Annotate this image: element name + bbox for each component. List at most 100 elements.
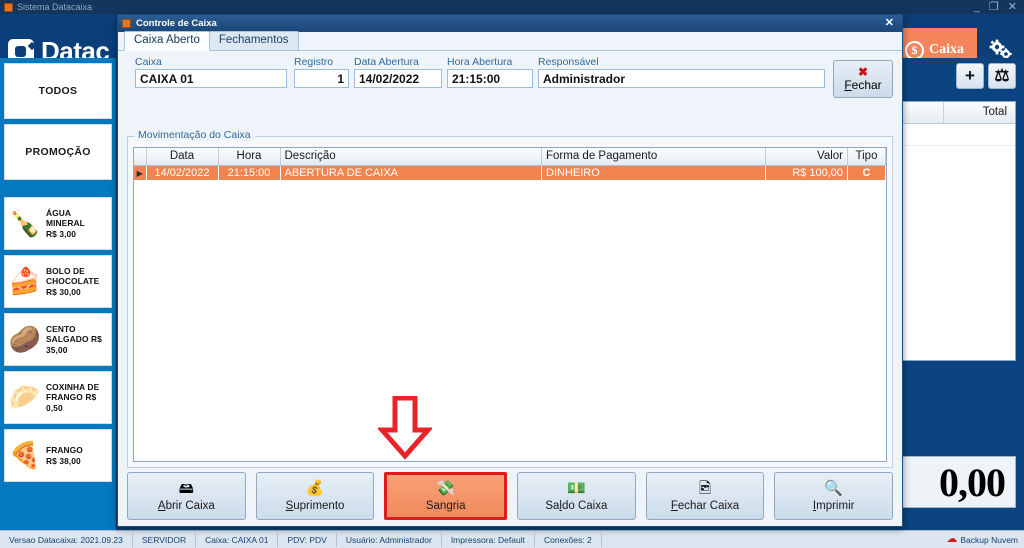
grid-col-forma-pagamento[interactable]: Forma de Pagamento [541, 148, 766, 166]
sangria-button[interactable]: 💸 Sangria [384, 472, 508, 520]
status-usuario: Usuário: Administrador [337, 532, 442, 547]
product-image-frango: 🍕 [8, 440, 42, 470]
category-label: PROMOÇÃO [25, 146, 91, 158]
sidebar-category-promocao[interactable]: PROMOÇÃO [4, 124, 112, 180]
app-titlebar: Sistema Datacaixa _ ❐ ✕ [0, 0, 1024, 14]
backup-nuvem-indicator[interactable]: ☁ Backup Nuvem [946, 533, 1024, 545]
abrir-caixa-button[interactable]: 🖴 Abrir Caixa [127, 472, 246, 520]
label-responsavel: Responsável [538, 56, 599, 68]
grid-col-tipo[interactable]: Tipo [847, 148, 886, 166]
close-drawer-icon: 🖻 [698, 479, 712, 497]
product-item[interactable]: 🍕 FRANGO R$ 38,00 [4, 429, 112, 482]
imprimir-label: Imprimir [812, 499, 855, 512]
app-title: Sistema Datacaixa [17, 2, 93, 12]
field-data-abertura: Data Abertura [354, 56, 442, 88]
imprimir-button[interactable]: 🔍 Imprimir [774, 472, 894, 520]
product-image-coxinha-de-frango: 🥟 [8, 382, 42, 412]
saldo-caixa-button[interactable]: 💵 Saldo Caixa [517, 472, 636, 520]
cell-hora: 21:15:00 [218, 165, 281, 180]
status-caixa: Caixa: CAIXA 01 [196, 532, 279, 547]
table-row[interactable]: ▶ 14/02/2022 21:15:00 ABERTURA DE CAIXA … [134, 165, 886, 180]
movimentacao-grid[interactable]: Data Hora Descrição Forma de Pagamento V… [133, 147, 887, 462]
dollar-coin-icon: $ [905, 40, 924, 60]
label-registro: Registro [294, 56, 334, 68]
status-conexoes: Conexões: 2 [535, 532, 602, 547]
product-sidebar: TODOS PROMOÇÃO 🍾 ÁGUA MINERAL R$ 3,00 🍰 … [0, 58, 119, 530]
money-icon: 💰 [305, 479, 325, 497]
cloud-icon: ☁ [946, 533, 958, 545]
restore-button[interactable]: ❐ [989, 2, 999, 13]
sidebar-category-todos[interactable]: TODOS [4, 63, 112, 119]
cart-column-total: Total [943, 102, 1015, 123]
dialog-app-icon [122, 19, 131, 28]
caixa-form: Caixa Registro Data Abertura Hora Abertu… [127, 56, 893, 102]
dialog-tabstrip: Caixa Aberto Fechamentos [118, 31, 902, 51]
suprimento-button[interactable]: 💰 Suprimento [255, 472, 375, 520]
hora-abertura-input[interactable] [447, 69, 533, 88]
tab-fechamentos[interactable]: Fechamentos [208, 31, 299, 50]
caixa-input[interactable] [135, 69, 287, 88]
field-registro: Registro [294, 56, 349, 88]
sangria-label: Sangria [425, 499, 466, 512]
product-item[interactable]: 🥟 COXINHA DE FRANGO R$ 0,50 [4, 371, 112, 424]
dialog-close-icon[interactable]: ✕ [881, 18, 898, 29]
grid-col-valor[interactable]: Valor [765, 148, 848, 166]
dialog-titlebar: Controle de Caixa ✕ [118, 15, 902, 32]
scale-button[interactable]: ⚖ [988, 63, 1016, 89]
fechar-label: Fechar [844, 78, 882, 92]
field-responsavel: Responsável [538, 56, 825, 88]
cell-valor: R$ 100,00 [765, 165, 848, 180]
cell-forma-pagamento: DINHEIRO [541, 165, 766, 180]
abrir-caixa-label: Abrir Caixa [157, 499, 215, 512]
grid-col-descricao[interactable]: Descrição [280, 148, 542, 166]
statusbar: Versao Datacaixa: 2021.09.23 SERVIDOR Ca… [0, 530, 1024, 548]
product-price: R$ 38,00 [46, 455, 81, 466]
field-hora-abertura: Hora Abertura [447, 56, 533, 88]
dialog-body: Caixa Aberto Fechamentos Caixa Registro … [118, 31, 902, 526]
grid-col-data[interactable]: Data [146, 148, 219, 166]
status-pdv: PDV: PDV [278, 532, 337, 547]
product-price: R$ 3,00 [46, 228, 77, 239]
cell-data: 14/02/2022 [146, 165, 219, 180]
cell-descricao: ABERTURA DE CAIXA [280, 165, 542, 180]
open-drawer-icon: 🖴 [178, 479, 194, 497]
status-version: Versao Datacaixa: 2021.09.23 [0, 532, 133, 547]
tab-caixa-aberto[interactable]: Caixa Aberto [124, 31, 210, 51]
total-value: 0,00 [939, 459, 1006, 505]
controle-de-caixa-dialog: Controle de Caixa ✕ Caixa Aberto Fechame… [117, 14, 903, 527]
fechar-dialog-button[interactable]: ✖ Fechar [833, 60, 893, 98]
dollar-bill-icon: 💵 [567, 479, 586, 497]
cell-tipo: C [847, 165, 886, 180]
grid-col-hora[interactable]: Hora [218, 148, 281, 166]
fechar-caixa-button[interactable]: 🖻 Fechar Caixa [645, 472, 765, 520]
label-caixa: Caixa [135, 56, 162, 68]
cash-withdraw-icon: 💸 [436, 479, 456, 497]
dialog-title: Controle de Caixa [136, 18, 217, 29]
caixa-tab-label: Caixa [929, 42, 964, 57]
grid-header-row: Data Hora Descrição Forma de Pagamento V… [134, 148, 886, 166]
close-button[interactable]: ✕ [1008, 2, 1017, 13]
sale-toolbar: + ⚖ [956, 63, 1016, 89]
label-data-abertura: Data Abertura [354, 56, 419, 68]
data-abertura-input[interactable] [354, 69, 442, 88]
minimize-button[interactable]: _ [974, 2, 980, 13]
product-item[interactable]: 🍰 BOLO DE CHOCOLATE R$ 30,00 [4, 255, 112, 308]
red-x-icon: ✖ [857, 65, 869, 79]
dialog-button-bar: 🖴 Abrir Caixa 💰 Suprimento 💸 Sangria 💵 S… [127, 472, 894, 520]
category-label: TODOS [38, 85, 78, 97]
responsavel-input[interactable] [538, 69, 825, 88]
print-preview-icon: 🔍 [824, 479, 844, 497]
backup-label: Backup Nuvem [960, 534, 1018, 545]
product-name: CENTO SALGADO [46, 323, 89, 345]
product-price: R$ 30,00 [46, 286, 81, 297]
registro-input[interactable] [294, 69, 349, 88]
sidebar-divider [0, 185, 116, 192]
product-item[interactable]: 🍾 ÁGUA MINERAL R$ 3,00 [4, 197, 112, 250]
saldo-caixa-label: Saldo Caixa [545, 499, 608, 512]
product-item[interactable]: 🥔 CENTO SALGADO R$ 35,00 [4, 313, 112, 366]
grid-indicator-header [134, 148, 147, 166]
product-image-bolo-de-chocolate: 🍰 [8, 266, 42, 296]
add-item-button[interactable]: + [956, 63, 984, 89]
row-indicator: ▶ [134, 165, 147, 180]
product-image-cento-salgado: 🥔 [8, 324, 42, 354]
